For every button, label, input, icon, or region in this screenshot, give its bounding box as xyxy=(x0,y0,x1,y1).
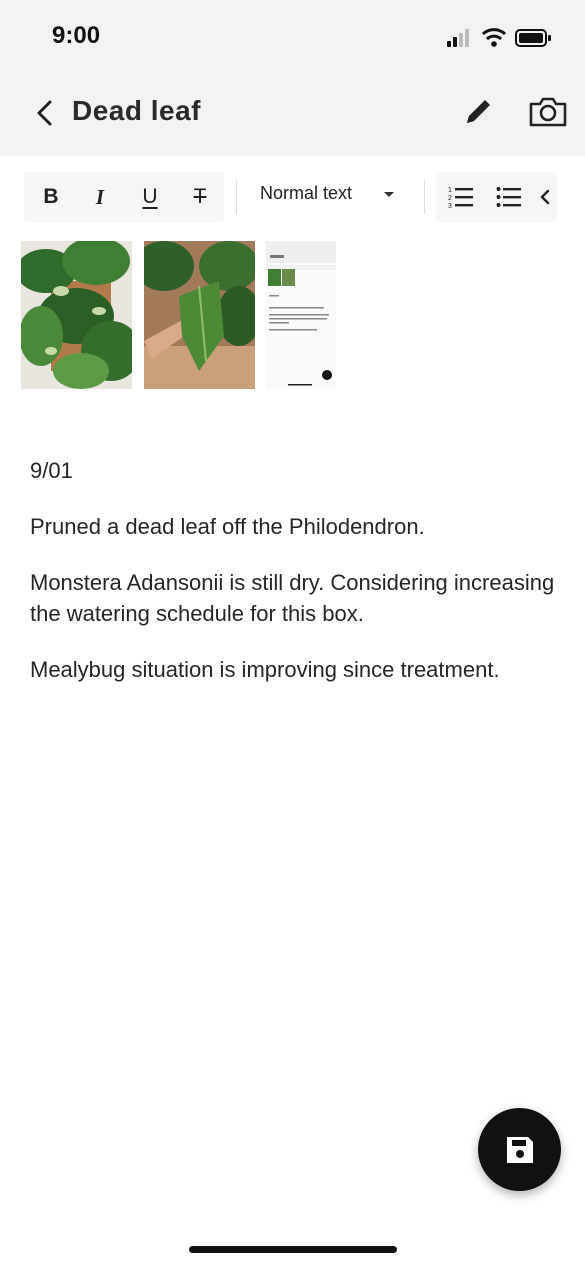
attachment-thumbnail[interactable] xyxy=(21,241,132,389)
status-icons xyxy=(447,26,557,50)
note-paragraph: Monstera Adansonii is still dry. Conside… xyxy=(30,570,555,626)
screenshot-image xyxy=(266,241,336,389)
svg-text:2: 2 xyxy=(448,195,452,202)
list-format-group: 1 2 3 xyxy=(436,172,557,222)
underline-button[interactable]: U xyxy=(125,172,175,222)
signal-icon xyxy=(447,28,551,47)
save-icon xyxy=(506,1136,533,1163)
note-body[interactable]: 9/01 Pruned a dead leaf off the Philoden… xyxy=(30,455,560,710)
title-bar: Dead leaf xyxy=(0,80,585,146)
note-paragraph: Pruned a dead leaf off the Philodendron. xyxy=(30,514,425,539)
italic-button[interactable]: I xyxy=(75,172,125,222)
attachment-thumbnail[interactable] xyxy=(266,241,336,389)
save-button[interactable] xyxy=(478,1108,561,1191)
plant-photo-image xyxy=(144,241,255,389)
numbered-list-icon: 1 2 3 xyxy=(448,187,473,209)
pencil-icon xyxy=(467,100,490,123)
home-indicator xyxy=(189,1246,397,1253)
camera-icon xyxy=(529,97,567,127)
chevron-down-icon xyxy=(384,192,394,197)
bulleted-list-button[interactable] xyxy=(484,172,534,222)
status-time: 9:00 xyxy=(52,22,101,49)
svg-text:3: 3 xyxy=(448,203,452,209)
text-format-group: B I U T xyxy=(24,172,224,222)
toolbar-divider xyxy=(236,180,237,214)
bulleted-list-icon xyxy=(496,187,521,207)
svg-text:1: 1 xyxy=(448,187,452,194)
toolbar-divider xyxy=(424,180,425,214)
numbered-list-button[interactable]: 1 2 3 xyxy=(436,172,486,222)
strikethrough-button[interactable]: T xyxy=(175,172,225,222)
chevron-left-icon xyxy=(540,189,550,205)
formatting-toolbar: B I U T Normal text 1 2 3 xyxy=(0,170,585,226)
plant-photo-image xyxy=(21,241,132,389)
text-style-dropdown[interactable]: Normal text xyxy=(260,183,352,204)
note-paragraph: Mealybug situation is improving since tr… xyxy=(30,657,500,682)
toolbar-more-button[interactable] xyxy=(530,172,560,222)
note-date: 9/01 xyxy=(30,458,73,483)
edit-button[interactable] xyxy=(460,94,496,130)
bold-button[interactable]: B xyxy=(26,172,76,222)
attachment-thumbnail[interactable] xyxy=(144,241,255,389)
chevron-left-icon xyxy=(37,100,52,126)
camera-button[interactable] xyxy=(527,94,569,130)
back-button[interactable] xyxy=(30,94,64,132)
page-title: Dead leaf xyxy=(72,95,201,126)
